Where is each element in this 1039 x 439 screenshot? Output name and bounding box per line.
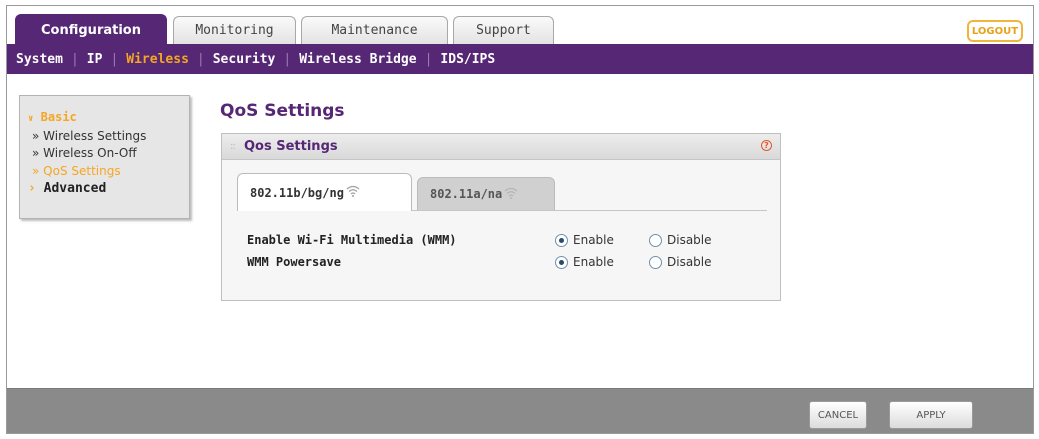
help-icon[interactable]: ? bbox=[761, 140, 772, 151]
powersave-disable-label: Disable bbox=[667, 255, 712, 269]
subnav-system[interactable]: System bbox=[16, 52, 63, 67]
tab-support[interactable]: Support bbox=[453, 16, 554, 44]
logout-button[interactable]: LOGOUT bbox=[967, 20, 1023, 42]
wmm-disable-label: Disable bbox=[667, 233, 712, 247]
wmm-powersave-label: WMM Powersave bbox=[247, 255, 341, 269]
tab-802-11b-bg-ng[interactable]: 802.11b/bg/ng bbox=[237, 173, 412, 211]
wifi-icon bbox=[504, 187, 518, 202]
menu-wireless-settings[interactable]: » Wireless Settings bbox=[32, 129, 146, 143]
app-frame: Configuration Monitoring Maintenance Sup… bbox=[6, 5, 1034, 434]
left-menu: ∨ Basic » Wireless Settings » Wireless O… bbox=[19, 95, 190, 219]
band-tabs: 802.11b/bg/ng 802.11a/na bbox=[237, 173, 767, 211]
chevron-right-icon: › bbox=[28, 181, 36, 196]
tab-content: Enable Wi-Fi Multimedia (WMM) Enable Dis… bbox=[237, 210, 767, 289]
panel-header: :: Qos Settings ? bbox=[222, 134, 780, 160]
menu-wireless-on-off[interactable]: » Wireless On-Off bbox=[32, 146, 137, 160]
page-title: QoS Settings bbox=[220, 101, 345, 121]
wmm-powersave-row: WMM Powersave Enable Disable bbox=[247, 255, 767, 273]
tab-maintenance[interactable]: Maintenance bbox=[301, 16, 448, 44]
subnav-wireless[interactable]: Wireless bbox=[126, 52, 189, 67]
subnav-separator: | bbox=[196, 51, 205, 67]
subnav-separator: | bbox=[110, 51, 119, 67]
wmm-enable-label: Enable bbox=[573, 233, 614, 247]
footer-bar: CANCEL APPLY bbox=[7, 388, 1033, 433]
menu-basic-label: Basic bbox=[40, 110, 77, 124]
wmm-row: Enable Wi-Fi Multimedia (WMM) Enable Dis… bbox=[247, 233, 767, 251]
sub-navigation: System | IP | Wireless | Security | Wire… bbox=[7, 44, 1033, 74]
wifi-icon bbox=[346, 185, 360, 200]
subnav-separator: | bbox=[283, 51, 292, 67]
tab-802-11a-na[interactable]: 802.11a/na bbox=[417, 177, 555, 210]
tab-configuration[interactable]: Configuration bbox=[15, 14, 167, 46]
menu-advanced-label: Advanced bbox=[43, 181, 107, 196]
wmm-enable-radio[interactable] bbox=[555, 234, 568, 247]
subnav-security[interactable]: Security bbox=[213, 52, 276, 67]
subnav-wireless-bridge[interactable]: Wireless Bridge bbox=[299, 52, 416, 67]
subnav-separator: | bbox=[424, 51, 433, 67]
menu-advanced[interactable]: › Advanced bbox=[28, 181, 106, 196]
wmm-disable-radio[interactable] bbox=[649, 234, 662, 247]
powersave-disable-radio[interactable] bbox=[649, 256, 662, 269]
top-tab-bar: Configuration Monitoring Maintenance Sup… bbox=[11, 10, 1029, 46]
cancel-button[interactable]: CANCEL bbox=[809, 401, 867, 429]
subnav-ip[interactable]: IP bbox=[87, 52, 103, 67]
subnav-separator: | bbox=[70, 51, 79, 67]
powersave-enable-radio[interactable] bbox=[555, 256, 568, 269]
tab-label: 802.11b/bg/ng bbox=[250, 185, 344, 200]
chevron-down-icon: ∨ bbox=[28, 114, 34, 124]
menu-basic[interactable]: ∨ Basic bbox=[28, 110, 77, 124]
menu-qos-settings[interactable]: » QoS Settings bbox=[32, 164, 121, 178]
tab-monitoring[interactable]: Monitoring bbox=[173, 16, 296, 44]
qos-panel: :: Qos Settings ? 802.11b/bg/ng 802.11a/… bbox=[221, 133, 781, 301]
wmm-label: Enable Wi-Fi Multimedia (WMM) bbox=[247, 233, 457, 247]
powersave-enable-label: Enable bbox=[573, 255, 614, 269]
drag-handle-icon: :: bbox=[230, 141, 236, 152]
apply-button[interactable]: APPLY bbox=[889, 401, 973, 429]
subnav-ids-ips[interactable]: IDS/IPS bbox=[440, 52, 495, 67]
panel-title: Qos Settings bbox=[244, 139, 338, 154]
tab-label: 802.11a/na bbox=[430, 187, 503, 201]
